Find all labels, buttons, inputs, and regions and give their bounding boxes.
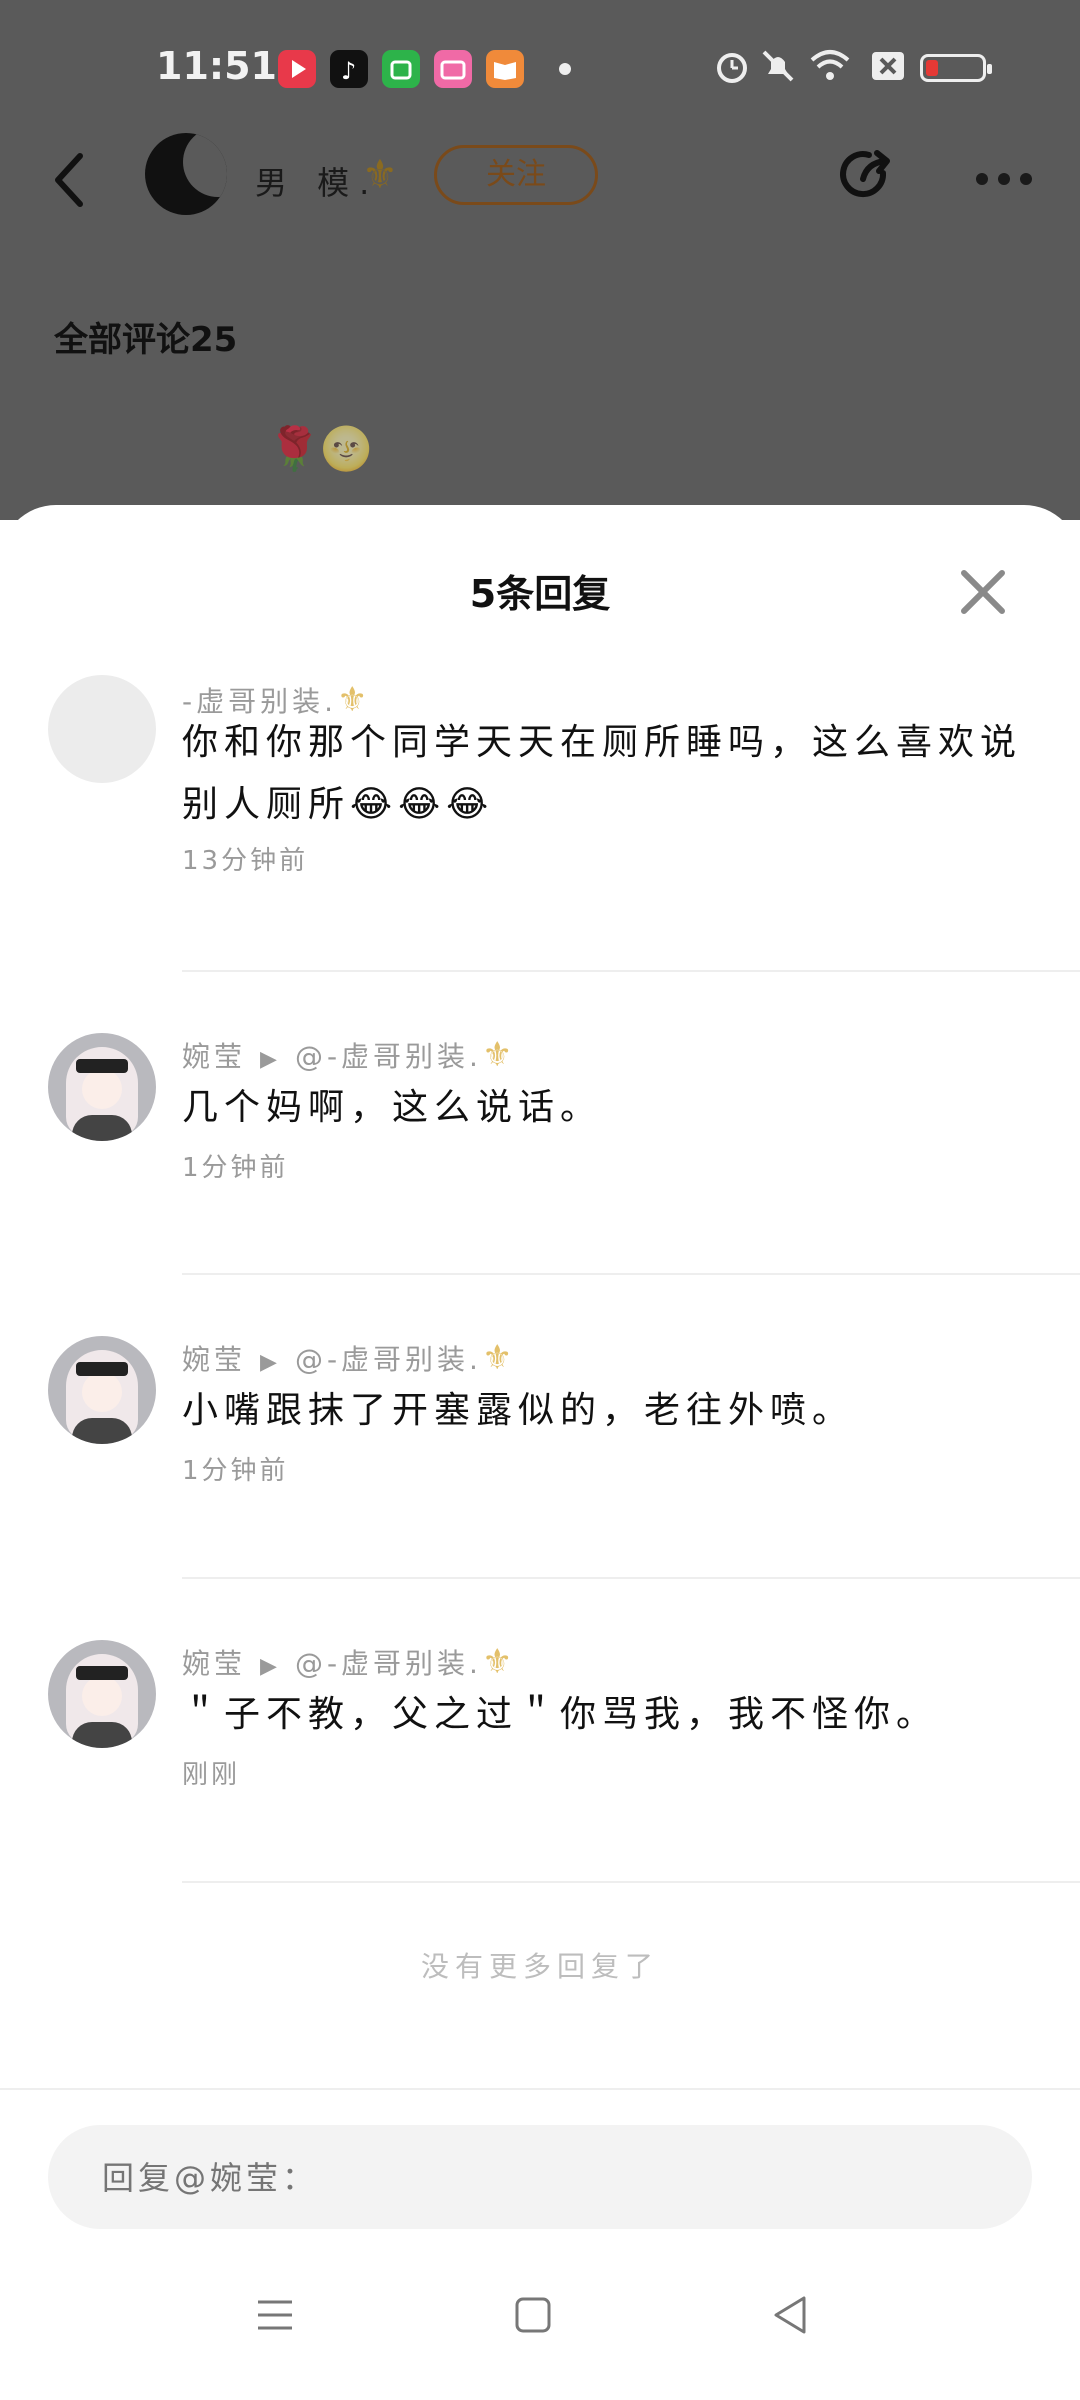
author-name[interactable]: 男 模. bbox=[255, 158, 379, 204]
divider bbox=[182, 1881, 1080, 1883]
author-avatar[interactable] bbox=[145, 133, 227, 215]
home-icon[interactable] bbox=[508, 2290, 558, 2340]
fleur-de-lis-icon: ⚜ bbox=[481, 1035, 517, 1075]
bilibili-app-icon bbox=[434, 50, 472, 88]
fleur-de-lis-icon: ⚜ bbox=[362, 152, 398, 198]
divider bbox=[182, 970, 1080, 972]
avatar[interactable] bbox=[48, 1640, 156, 1748]
divider bbox=[0, 2088, 1080, 2090]
reply-to[interactable]: @-虚哥别装. bbox=[295, 1647, 482, 1680]
status-bar: 11:51 ♪ bbox=[0, 0, 1080, 130]
system-nav-bar bbox=[0, 2290, 1080, 2380]
reply-text: ＂子不教，父之过＂你骂我，我不怪你。 bbox=[182, 1694, 939, 1735]
reply-time: 1分钟前 bbox=[182, 1456, 289, 1486]
avatar[interactable] bbox=[48, 675, 156, 783]
reply-author-line: 婉莹 ▶ @-虚哥别装.⚜ bbox=[182, 1338, 516, 1378]
reply-author[interactable]: 婉莹 bbox=[182, 1343, 246, 1376]
avatar[interactable] bbox=[48, 1033, 156, 1141]
reply-author[interactable]: 婉莹 bbox=[182, 1040, 246, 1073]
divider bbox=[182, 1273, 1080, 1275]
alarm-icon bbox=[717, 53, 747, 83]
fleur-de-lis-icon: ⚜ bbox=[481, 1338, 517, 1378]
sheet-title: 5条回复 bbox=[469, 572, 611, 616]
wifi-icon bbox=[810, 50, 850, 80]
no-more-replies: 没有更多回复了 bbox=[420, 1950, 659, 1983]
mute-icon bbox=[762, 50, 794, 82]
reply-arrow-icon: ▶ bbox=[260, 1350, 281, 1375]
replies-sheet: 5条回复 -虚哥别装.⚜ 你和你那个同学天天在厕所睡吗，这么喜欢说别人厕所😂😂😂… bbox=[0, 505, 1080, 2400]
reply-input[interactable] bbox=[100, 2125, 984, 2231]
books-app-icon bbox=[486, 50, 524, 88]
reply-author[interactable]: 婉莹 bbox=[182, 1647, 246, 1680]
reply-time: 1分钟前 bbox=[182, 1153, 289, 1183]
notification-dot bbox=[559, 63, 571, 75]
sim-off-icon bbox=[872, 52, 904, 80]
battery-icon bbox=[920, 54, 992, 82]
youtube-app-icon bbox=[278, 50, 316, 88]
reply-arrow-icon: ▶ bbox=[260, 1654, 281, 1679]
avatar[interactable] bbox=[48, 1336, 156, 1444]
reply-time: 刚刚 bbox=[182, 1760, 241, 1790]
reply-time: 13分钟前 bbox=[182, 846, 309, 876]
comment-emoji-preview: 🌹🌝 bbox=[268, 424, 373, 473]
reply-to[interactable]: @-虚哥别装. bbox=[295, 1343, 482, 1376]
svg-text:♪: ♪ bbox=[341, 57, 356, 85]
follow-button[interactable]: 关注 bbox=[434, 145, 598, 205]
green-app-icon bbox=[382, 50, 420, 88]
back-icon[interactable] bbox=[766, 2290, 816, 2340]
fleur-de-lis-icon: ⚜ bbox=[481, 1642, 517, 1682]
divider bbox=[182, 1577, 1080, 1579]
reply-input-bar[interactable] bbox=[48, 2125, 1032, 2231]
reply-author-line: 婉莹 ▶ @-虚哥别装.⚜ bbox=[182, 1642, 516, 1682]
share-icon[interactable] bbox=[833, 143, 897, 207]
reply-arrow-icon: ▶ bbox=[260, 1047, 281, 1072]
menu-icon[interactable] bbox=[250, 2290, 300, 2340]
more-icon[interactable] bbox=[976, 170, 1042, 189]
back-arrow-icon[interactable] bbox=[48, 150, 88, 210]
reply-to[interactable]: @-虚哥别装. bbox=[295, 1040, 482, 1073]
status-time: 11:51 bbox=[156, 44, 277, 88]
reply-text: 你和你那个同学天天在厕所睡吗，这么喜欢说别人厕所😂😂😂 bbox=[182, 722, 1023, 825]
all-comments-title: 全部评论25 bbox=[54, 320, 238, 360]
reply-author-line: 婉莹 ▶ @-虚哥别装.⚜ bbox=[182, 1035, 516, 1075]
tiktok-app-icon: ♪ bbox=[330, 50, 368, 88]
reply-text: 几个妈啊，这么说话。 bbox=[182, 1087, 603, 1128]
reply-text: 小嘴跟抹了开塞露似的，老往外喷。 bbox=[182, 1390, 855, 1431]
close-icon[interactable] bbox=[960, 569, 1006, 615]
